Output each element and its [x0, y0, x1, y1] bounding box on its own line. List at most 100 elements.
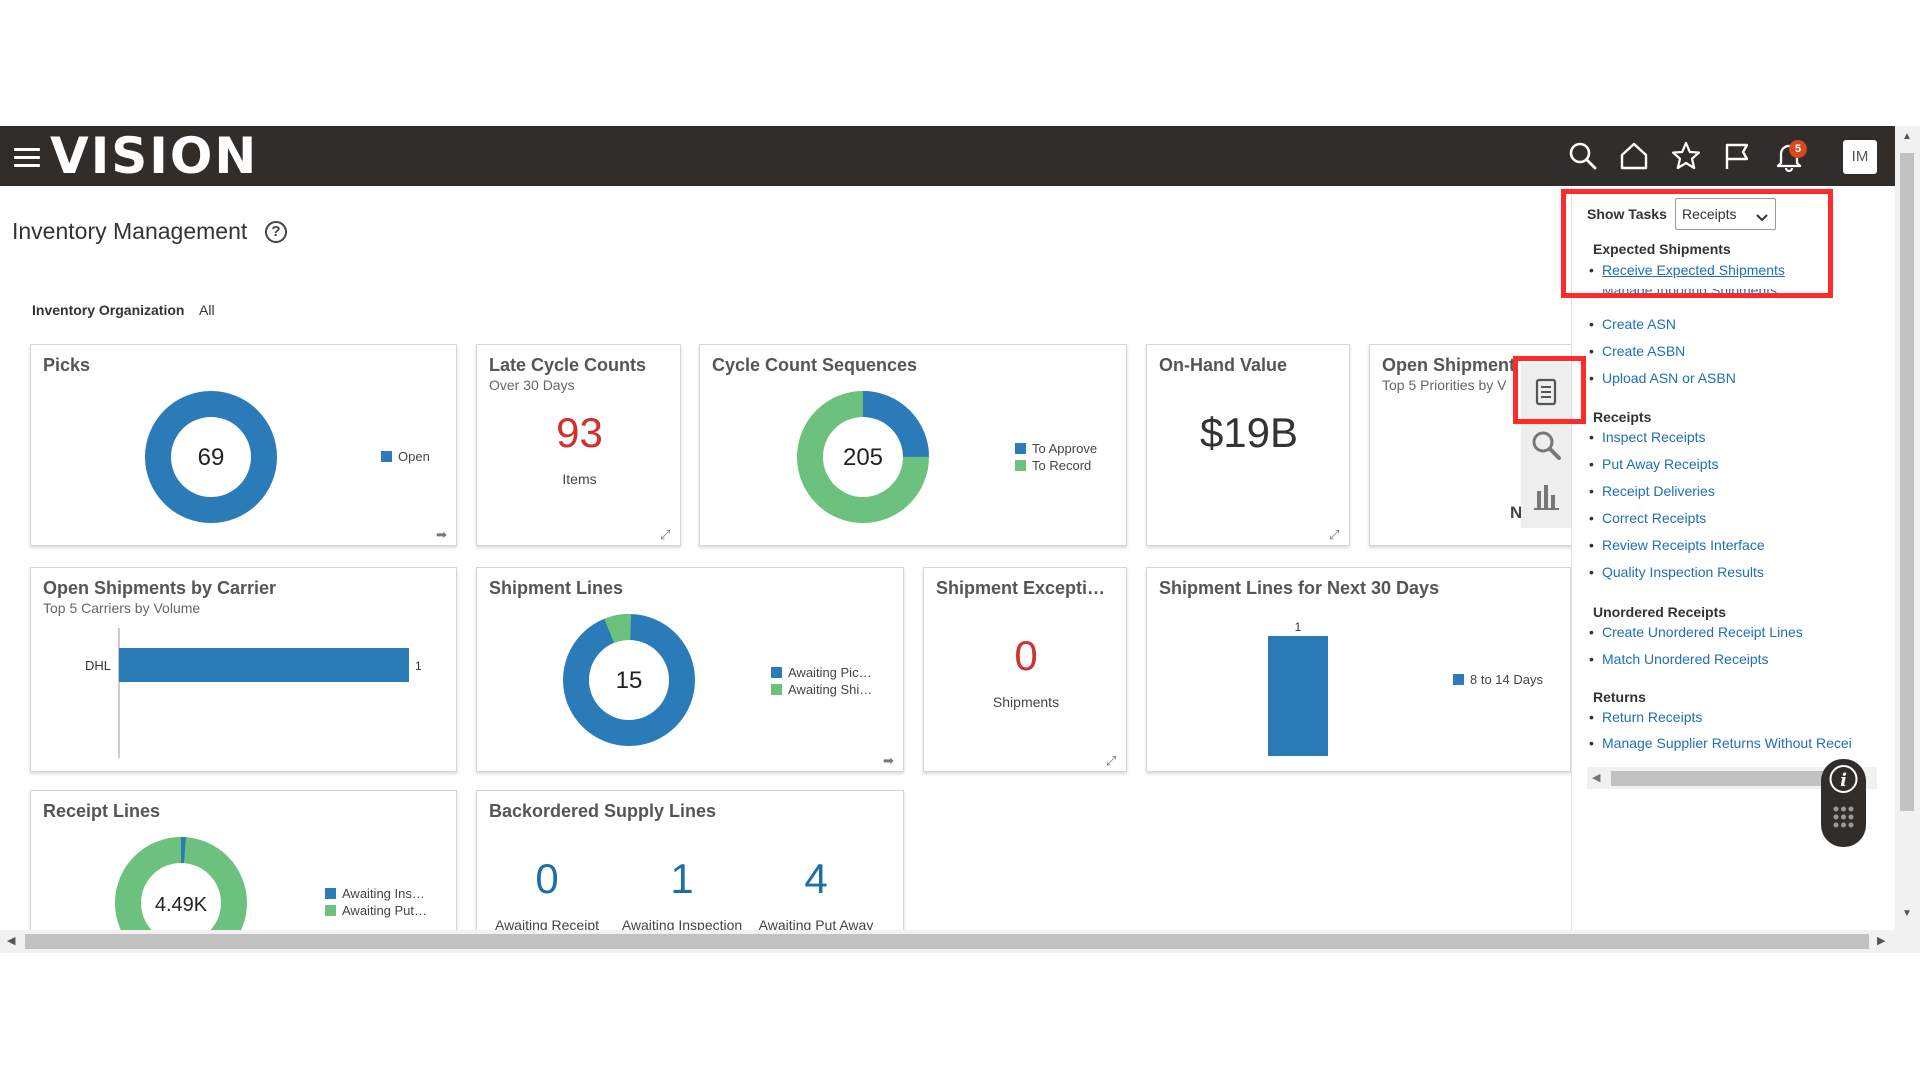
tile-shipment-lines[interactable]: Shipment Lines 15 Awaiting Pic… Awaiting… — [476, 567, 904, 772]
task-link-put-away-receipts[interactable]: Put Away Receipts — [1589, 456, 1719, 472]
tile-title: Shipment Excepti… — [936, 578, 1106, 598]
task-group-receipts: Receipts — [1593, 409, 1652, 425]
tile-shipment-exceptions[interactable]: Shipment Excepti… 0 Shipments ⤢ — [923, 567, 1127, 772]
backorder-value-inspection[interactable]: 1 — [632, 855, 732, 903]
horizontal-scroll-thumb[interactable] — [25, 934, 1869, 949]
panel-scroll-thumb[interactable] — [1611, 771, 1831, 786]
carrier-bar-chart[interactable]: DHL 1 — [41, 628, 441, 758]
org-label: Inventory Organization — [32, 302, 185, 318]
task-link-correct-receipts[interactable]: Correct Receipts — [1589, 510, 1706, 526]
expand-icon[interactable]: ⤢ — [1106, 753, 1120, 768]
legend-label: Awaiting Shi… — [788, 682, 873, 697]
next30-legend: 8 to 14 Days — [1453, 671, 1543, 688]
tile-on-hand-value[interactable]: On-Hand Value $19B ⤢ — [1146, 344, 1350, 546]
hamburger-icon[interactable] — [14, 148, 40, 168]
avatar[interactable]: IM — [1843, 140, 1877, 174]
tile-subtitle: Top 5 Carriers by Volume — [43, 600, 201, 616]
arrow-icon[interactable]: ➡ — [436, 527, 450, 542]
magnifier-icon[interactable] — [1529, 428, 1563, 462]
highlight-box-show-tasks — [1561, 189, 1833, 298]
notification-badge: 5 — [1789, 140, 1807, 158]
expand-icon[interactable]: ⤢ — [1329, 527, 1343, 542]
vertical-scroll-thumb[interactable] — [1900, 153, 1914, 811]
legend-label: Awaiting Put… — [342, 903, 428, 918]
task-link-quality-inspection-results[interactable]: Quality Inspection Results — [1589, 564, 1764, 580]
logo[interactable]: VISION — [50, 130, 258, 182]
tile-late-cycle-counts[interactable]: Late Cycle Counts Over 30 Days 93 Items … — [476, 344, 681, 546]
backorder-value-putaway[interactable]: 4 — [766, 855, 866, 903]
legend-label: Awaiting Pic… — [788, 665, 872, 680]
arrow-icon[interactable]: ➡ — [883, 753, 897, 768]
tile-title: Receipt Lines — [43, 801, 161, 821]
scroll-down-icon[interactable]: ▼ — [1902, 908, 1912, 919]
app-frame: VISION 5 IM Inventory Management ? Inven… — [0, 126, 1920, 953]
ship-lines-donut[interactable]: 15 — [561, 612, 697, 748]
late-cycle-unit: Items — [562, 471, 597, 487]
on-hand-value: $19B — [1199, 409, 1299, 456]
scroll-right-icon[interactable]: ▶ — [1877, 934, 1885, 947]
scroll-left-icon[interactable]: ◀ — [7, 934, 15, 947]
global-header: VISION 5 IM — [0, 126, 1895, 186]
task-link-manage-supplier-returns[interactable]: Manage Supplier Returns Without Recei — [1589, 735, 1852, 751]
legend-label: Awaiting Ins… — [342, 886, 425, 901]
late-cycle-value: 93 — [556, 409, 603, 456]
donut-center-value: 205 — [843, 444, 883, 471]
tile-receipt-lines[interactable]: Receipt Lines 4.49K Awaiting Ins… Awaiti… — [30, 790, 457, 950]
next30-bar-chart[interactable]: 1 — [1247, 612, 1407, 762]
task-link-review-receipts-interface[interactable]: Review Receipts Interface — [1589, 537, 1765, 553]
tile-title: Open Shipment — [1382, 355, 1516, 375]
task-group-unordered-receipts: Unordered Receipts — [1593, 604, 1727, 620]
task-link-return-receipts[interactable]: Return Receipts — [1589, 709, 1702, 725]
help-icon[interactable]: ? — [265, 221, 287, 243]
tile-shipment-lines-next-30[interactable]: Shipment Lines for Next 30 Days 1 8 to 1… — [1146, 567, 1571, 772]
cycle-seq-donut[interactable]: 205 — [795, 389, 931, 525]
page-title: Inventory Management — [12, 218, 248, 244]
tile-subtitle: Top 5 Priorities by V — [1382, 377, 1507, 393]
tile-title: Open Shipments by Carrier — [43, 578, 277, 598]
task-link-receipt-deliveries[interactable]: Receipt Deliveries — [1589, 483, 1715, 499]
tile-title: Cycle Count Sequences — [712, 355, 918, 375]
task-link-match-unordered-receipts[interactable]: Match Unordered Receipts — [1589, 651, 1768, 667]
legend-label: To Approve — [1032, 441, 1098, 456]
task-link-create-unordered-receipt-lines[interactable]: Create Unordered Receipt Lines — [1589, 624, 1803, 640]
flag-icon[interactable] — [1721, 140, 1753, 172]
scroll-left-icon[interactable]: ◀ — [1592, 771, 1600, 784]
legend-label: To Record — [1032, 458, 1092, 473]
tile-title: Backordered Supply Lines — [489, 801, 717, 821]
highlight-box-tasks-icon — [1513, 356, 1586, 424]
donut-center-value: 69 — [198, 444, 225, 471]
tile-open-shipments-by-carrier[interactable]: Open Shipments by Carrier Top 5 Carriers… — [30, 567, 457, 772]
org-value[interactable]: All — [199, 302, 215, 318]
info-widget[interactable]: i — [1821, 759, 1866, 847]
task-group-returns: Returns — [1593, 689, 1646, 705]
home-icon[interactable] — [1618, 140, 1650, 172]
tile-backordered-supply-lines[interactable]: Backordered Supply Lines 0 Awaiting Rece… — [476, 790, 904, 950]
task-link-create-asbn[interactable]: Create ASBN — [1589, 343, 1685, 359]
ship-except-unit: Shipments — [992, 694, 1060, 710]
bar-chart-icon[interactable] — [1529, 479, 1563, 513]
ship-except-value: 0 — [1014, 632, 1038, 679]
donut-center-value: 4.49K — [155, 894, 208, 916]
ship-lines-legend: Awaiting Pic… Awaiting Shi… — [771, 664, 872, 698]
backorder-value-receipt[interactable]: 0 — [497, 855, 597, 903]
tile-cycle-count-sequences[interactable]: Cycle Count Sequences 205 To Approve To … — [699, 344, 1127, 546]
task-link-inspect-receipts[interactable]: Inspect Receipts — [1589, 429, 1705, 445]
cycle-seq-legend: To Approve To Record — [1015, 440, 1097, 474]
donut-center-value: 15 — [616, 667, 643, 694]
expand-icon[interactable]: ⤢ — [660, 527, 674, 542]
tile-title: On-Hand Value — [1159, 355, 1288, 375]
tile-picks[interactable]: Picks 69 Open ➡ — [30, 344, 457, 546]
task-link-create-asn[interactable]: Create ASN — [1589, 316, 1676, 332]
scroll-up-icon[interactable]: ▲ — [1902, 131, 1912, 142]
star-icon[interactable] — [1670, 140, 1702, 172]
task-link-upload-asn[interactable]: Upload ASN or ASBN — [1589, 370, 1736, 386]
search-icon[interactable] — [1567, 140, 1599, 172]
receipt-lines-legend: Awaiting Ins… Awaiting Put… — [325, 885, 427, 919]
next30-value-label: 1 — [1295, 620, 1302, 634]
tile-title: Shipment Lines — [489, 578, 624, 598]
picks-donut[interactable]: 69 — [143, 389, 279, 525]
tile-title: Shipment Lines for Next 30 Days — [1159, 578, 1440, 598]
carrier-category-label: DHL — [85, 658, 111, 673]
tile-title: Late Cycle Counts — [489, 355, 647, 375]
svg-text:i: i — [1840, 770, 1847, 791]
